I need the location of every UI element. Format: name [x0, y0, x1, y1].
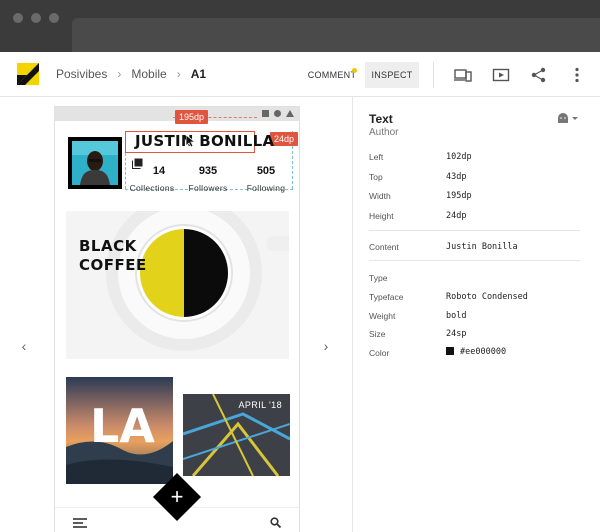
- status-square-icon: [262, 110, 269, 117]
- post-card-road[interactable]: APRIL '18: [183, 394, 290, 476]
- avatar[interactable]: [68, 137, 122, 189]
- breadcrumb-current: A1: [190, 67, 207, 81]
- breadcrumb: Posivibes › Mobile › A1: [56, 67, 206, 81]
- left-label: Left: [369, 152, 384, 162]
- coffee-title-line1: BLACK: [79, 237, 137, 255]
- stat-label: Collections: [129, 183, 175, 193]
- screen-canvas: ‹ › 195dp 24dp JUSTIN BONILLA 14 Collect…: [0, 97, 353, 532]
- toolbar-divider: [433, 62, 434, 88]
- device-icon[interactable]: [454, 66, 472, 84]
- search-icon[interactable]: [270, 517, 281, 528]
- author-name[interactable]: JUSTIN BONILLA: [135, 132, 274, 150]
- width-measure-badge: 195dp: [175, 110, 209, 124]
- avatar-image: [72, 141, 118, 185]
- browser-tab[interactable]: [72, 18, 600, 52]
- post-card-coffee[interactable]: BLACK COFFEE: [66, 211, 289, 359]
- browser-chrome: [0, 0, 600, 52]
- notification-dot: [352, 68, 357, 73]
- share-icon[interactable]: [530, 66, 548, 84]
- stat-value: 14: [152, 165, 166, 177]
- play-icon[interactable]: [492, 66, 510, 84]
- size-label: Size: [369, 329, 386, 339]
- menu-icon[interactable]: [73, 518, 87, 528]
- layer-type-title: Text: [369, 112, 393, 126]
- inspector-panel: Text Author Left 102dp Top 43dp Width 19…: [354, 97, 600, 532]
- color-swatch: [446, 347, 454, 355]
- color-value: #ee000000: [460, 347, 507, 357]
- zeplin-logo-icon: [17, 63, 39, 85]
- top-value[interactable]: 43dp: [446, 172, 466, 182]
- inspect-button-label: INSPECT: [371, 70, 413, 80]
- height-value[interactable]: 24dp: [446, 211, 466, 221]
- chevron-left-icon[interactable]: ‹: [16, 338, 32, 354]
- content-value[interactable]: Justin Bonilla: [446, 242, 518, 252]
- weight-value[interactable]: bold: [446, 311, 466, 321]
- app-window: Posivibes › Mobile › A1 COMMENT INSPECT: [0, 0, 600, 532]
- comment-button[interactable]: COMMENT: [305, 62, 359, 88]
- type-heading: Type: [369, 273, 388, 283]
- status-triangle-icon: [286, 110, 294, 117]
- window-dot-maximize[interactable]: [49, 13, 59, 23]
- la-title: LA: [90, 399, 155, 453]
- width-value[interactable]: 195dp: [446, 191, 472, 201]
- window-dot-minimize[interactable]: [31, 13, 41, 23]
- top-toolbar: Posivibes › Mobile › A1 COMMENT INSPECT: [0, 52, 600, 97]
- comment-button-label: COMMENT: [307, 70, 357, 80]
- inspect-button[interactable]: INSPECT: [365, 62, 419, 88]
- chevron-right-icon: ›: [176, 67, 181, 81]
- more-vert-icon[interactable]: [568, 66, 586, 84]
- coffee-title-line2: COFFEE: [79, 256, 147, 274]
- post-card-la[interactable]: LA: [66, 377, 173, 484]
- stat-label: Followers: [188, 183, 228, 193]
- typeface-label: Typeface: [369, 292, 404, 302]
- cursor-icon: [186, 135, 195, 148]
- window-dot-close[interactable]: [13, 13, 23, 23]
- weight-label: Weight: [369, 311, 396, 321]
- divider: [369, 260, 580, 261]
- chevron-right-icon: ›: [117, 67, 122, 81]
- breadcrumb-item-section[interactable]: Mobile: [131, 67, 166, 81]
- divider: [369, 230, 580, 231]
- width-label: Width: [369, 191, 391, 201]
- measure-guide-left: [125, 153, 126, 189]
- top-label: Top: [369, 172, 383, 182]
- stat-following[interactable]: 505 Following: [241, 165, 291, 193]
- add-icon: +: [170, 484, 184, 509]
- height-label: Height: [369, 211, 394, 221]
- status-circle-icon: [274, 110, 281, 117]
- color-label: Color: [369, 348, 390, 358]
- stat-followers[interactable]: 935 Followers: [183, 165, 233, 193]
- size-value[interactable]: 24sp: [446, 329, 466, 339]
- color-value-row[interactable]: #ee000000: [446, 347, 506, 357]
- breadcrumb-item-project[interactable]: Posivibes: [56, 67, 107, 81]
- chevron-right-icon[interactable]: ›: [318, 338, 334, 354]
- date-label: APRIL '18: [238, 400, 282, 410]
- device-screen: 195dp 24dp JUSTIN BONILLA 14 Collections…: [54, 106, 300, 532]
- stat-value: 935: [198, 165, 218, 177]
- stat-value: 505: [256, 165, 276, 177]
- stat-label: Following: [246, 183, 286, 193]
- coffee-image: [66, 211, 289, 359]
- stat-collections[interactable]: 14 Collections: [127, 165, 177, 193]
- typeface-value[interactable]: Roboto Condensed: [446, 292, 528, 302]
- layer-name: Author: [369, 127, 399, 138]
- left-value[interactable]: 102dp: [446, 152, 472, 162]
- content-label: Content: [369, 242, 399, 252]
- android-icon[interactable]: [557, 112, 579, 124]
